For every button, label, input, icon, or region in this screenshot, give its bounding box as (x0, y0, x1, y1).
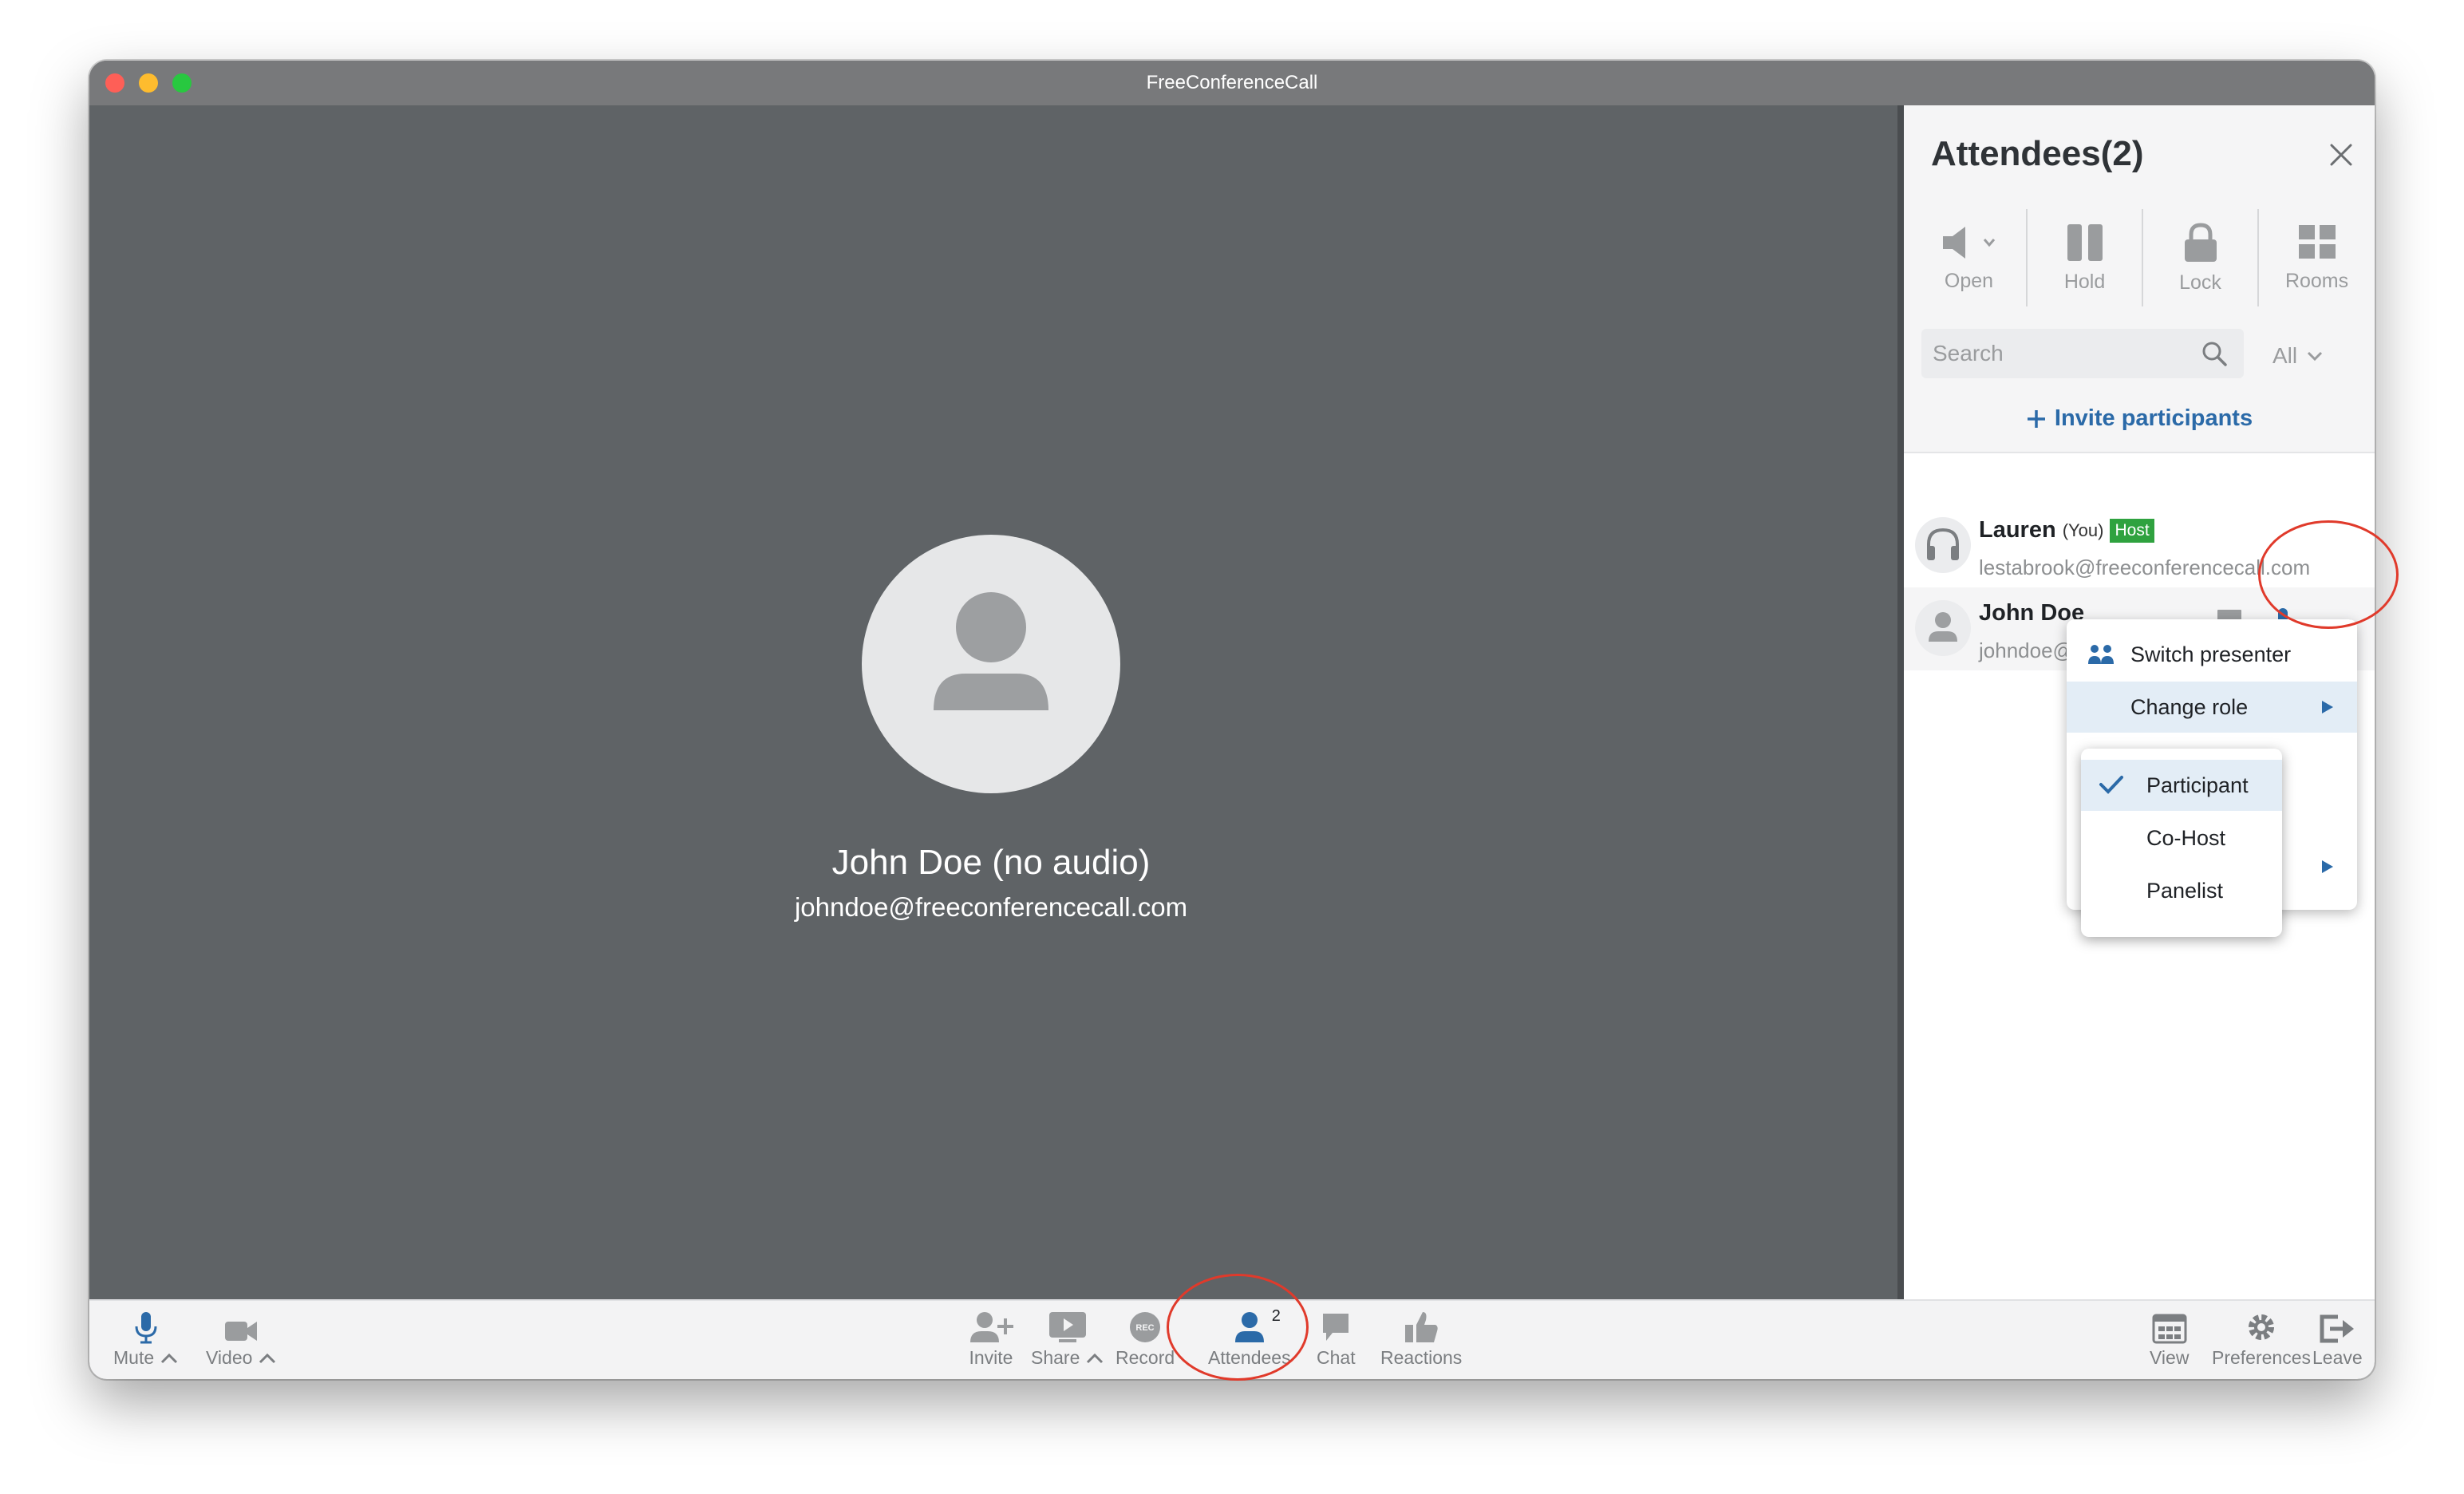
view-layout-icon (2152, 1314, 2187, 1344)
chevron-down-icon (2308, 351, 2323, 362)
chat-bubble-icon (1323, 1314, 1349, 1341)
role-option-participant[interactable]: Participant (2081, 760, 2282, 811)
checkmark-icon (2099, 776, 2123, 794)
chat-label: Chat (1317, 1347, 1356, 1368)
annotation-circle-more-options (2258, 520, 2399, 629)
submenu-arrow-icon (2322, 860, 2333, 873)
tool-open-label: Open (1944, 269, 1994, 292)
view-label: View (2150, 1347, 2190, 1368)
chevron-up-icon[interactable] (259, 1353, 276, 1364)
view-button[interactable]: View (2150, 1309, 2189, 1369)
role-option-label: Co-Host (2146, 825, 2226, 850)
panel-divider[interactable] (1897, 105, 1904, 1299)
share-button[interactable]: Share (1031, 1309, 1104, 1369)
stage-participant-email: johndoe@freeconferencecall.com (794, 892, 1188, 922)
chat-button[interactable]: Chat (1317, 1309, 1356, 1369)
video-camera-icon (225, 1322, 258, 1341)
exit-icon (2320, 1314, 2355, 1343)
filter-dropdown[interactable]: All (2272, 343, 2323, 369)
video-stage: John Doe (no audio) johndoe@freeconferen… (89, 105, 1897, 1299)
tool-lock[interactable]: Lock (2143, 209, 2260, 306)
search-box (1921, 329, 2244, 378)
video-button[interactable]: Video (206, 1309, 276, 1369)
submenu-arrow-icon (2322, 701, 2333, 713)
screen-share-icon (1048, 1312, 1086, 1342)
pause-icon (2067, 223, 2103, 261)
filter-label: All (2272, 343, 2298, 368)
invite-participants-label: Invite participants (2054, 405, 2253, 431)
chevron-up-icon[interactable] (160, 1353, 178, 1364)
thumbs-up-icon (1405, 1312, 1438, 1342)
menu-item-change-role[interactable]: Change role (2067, 682, 2357, 733)
close-icon[interactable] (2327, 140, 2355, 169)
tool-open[interactable]: Open (1912, 209, 2028, 306)
mute-button[interactable]: Mute (113, 1309, 178, 1369)
leave-label: Leave (2312, 1347, 2363, 1368)
tool-rooms-label: Rooms (2284, 269, 2349, 292)
host-badge: Host (2110, 518, 2154, 543)
menu-item-label: Switch presenter (2130, 642, 2292, 666)
invite-row: Invite participants (1904, 389, 2375, 453)
add-user-icon (970, 1312, 1013, 1342)
search-row: All (1904, 313, 2375, 389)
attendee-name: Lauren (You) Host (1979, 517, 2154, 543)
leave-button[interactable]: Leave (2312, 1309, 2363, 1369)
video-label: Video (206, 1347, 253, 1368)
avatar (1915, 600, 1971, 656)
panel-header: Attendees(2) (1904, 105, 2375, 209)
stage-participant-name: John Doe (no audio) (831, 843, 1151, 882)
app-window: FreeConferenceCall John Doe (no audio) j… (89, 61, 2375, 1379)
reactions-label: Reactions (1380, 1347, 1463, 1368)
role-option-co-host[interactable]: Co-Host (2081, 812, 2282, 864)
gear-icon (2249, 1314, 2274, 1340)
chevron-up-icon[interactable] (1086, 1353, 1104, 1364)
menu-item-label: Change role (2130, 694, 2249, 719)
tool-lock-label: Lock (2179, 271, 2221, 294)
role-option-panelist[interactable]: Panelist (2081, 865, 2282, 916)
invite-label: Invite (969, 1347, 1013, 1368)
role-option-label: Participant (2146, 773, 2249, 797)
attendee-name-text: Lauren (1979, 517, 2056, 543)
microphone-icon (135, 1312, 157, 1344)
search-icon[interactable] (2201, 340, 2228, 367)
invite-participants-link[interactable]: Invite participants (1904, 405, 2375, 432)
window-controls (105, 73, 192, 93)
avatar (1915, 517, 1971, 573)
reactions-button[interactable]: Reactions (1380, 1309, 1462, 1369)
tool-hold-label: Hold (2063, 270, 2106, 293)
share-label: Share (1031, 1347, 1080, 1368)
speaker-icon (1942, 226, 1995, 259)
close-window-button[interactable] (105, 73, 124, 93)
role-option-label: Panelist (2146, 878, 2224, 903)
tool-hold[interactable]: Hold (2028, 209, 2144, 306)
lock-icon (2184, 222, 2217, 262)
annotation-circle-attendees (1167, 1274, 1309, 1381)
invite-button[interactable]: Invite (969, 1309, 1013, 1369)
switch-presenter-icon (2088, 645, 2114, 664)
mute-label: Mute (113, 1347, 155, 1368)
stage-avatar (862, 535, 1120, 793)
person-icon (1929, 612, 1957, 642)
menu-item-switch-presenter[interactable]: Switch presenter (2067, 629, 2357, 680)
record-icon: REC (1130, 1312, 1161, 1342)
panel-title: Attendees(2) (1931, 134, 2144, 173)
record-badge-text: REC (1135, 1323, 1154, 1333)
role-submenu: Participant Co-Host Panelist (2081, 749, 2282, 937)
plus-icon (2027, 409, 2045, 428)
you-tag: (You) (2062, 520, 2104, 540)
panel-tools: Open Hold Lock Rooms (1904, 209, 2375, 313)
minimize-window-button[interactable] (139, 73, 158, 93)
tool-rooms[interactable]: Rooms (2259, 209, 2375, 306)
maximize-window-button[interactable] (172, 73, 192, 93)
window-title: FreeConferenceCall (1146, 72, 1318, 93)
person-icon (934, 592, 1048, 710)
record-label: Record (1116, 1347, 1175, 1368)
preferences-label: Preferences (2212, 1347, 2312, 1368)
title-bar: FreeConferenceCall (89, 61, 2375, 105)
grid-icon (2298, 224, 2336, 259)
preferences-button[interactable]: Preferences (2212, 1309, 2311, 1369)
search-input[interactable] (1933, 329, 2188, 378)
record-button[interactable]: REC Record (1116, 1309, 1175, 1369)
headset-icon (1927, 528, 1959, 560)
